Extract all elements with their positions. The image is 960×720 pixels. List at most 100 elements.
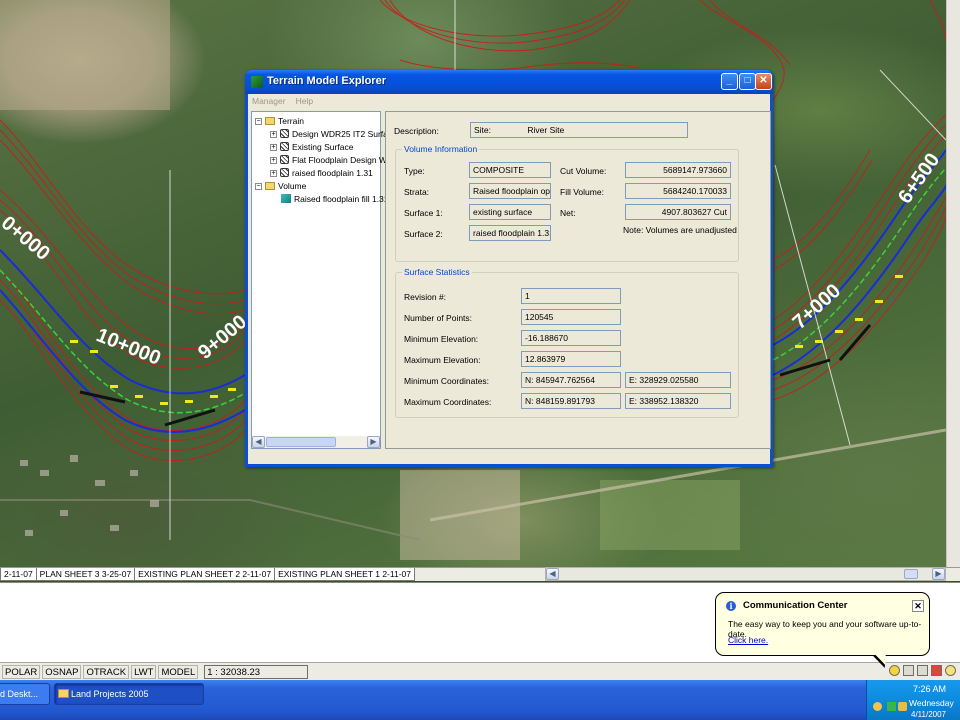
fill-volume-field[interactable]: 5684240.170033 — [625, 183, 731, 199]
tree-node-surface[interactable]: + raised floodplain 1.31 — [270, 167, 373, 179]
taskbar-item-label: Land Projects 2005 — [71, 689, 149, 699]
model-toggle[interactable]: MODEL — [158, 664, 199, 679]
volume-icon — [281, 194, 291, 203]
strata-field[interactable]: Raised floodplain optim — [469, 183, 551, 199]
tree-node-volume-item[interactable]: Raised floodplain fill 1.31 — [281, 193, 389, 205]
station-label: 9+000 — [194, 311, 251, 364]
tree-node-terrain[interactable]: − Terrain — [255, 115, 304, 127]
status-tray-icon[interactable] — [917, 665, 928, 676]
type-field[interactable]: COMPOSITE — [469, 162, 551, 178]
tree-node-surface[interactable]: + Existing Surface — [270, 141, 353, 153]
scroll-thumb[interactable] — [266, 437, 336, 447]
window-titlebar[interactable]: Terrain Model Explorer _ □ ✕ — [245, 70, 773, 94]
security-shield-icon[interactable] — [898, 702, 907, 711]
points-field[interactable]: 120545 — [521, 309, 621, 325]
layout-tab[interactable]: 2-11-07 — [0, 568, 37, 581]
min-northing-field[interactable]: N: 845947.762564 — [521, 372, 621, 388]
folder-icon — [265, 182, 275, 190]
tree-label: Terrain — [278, 116, 304, 126]
min-easting-field[interactable]: E: 328929.025580 — [625, 372, 731, 388]
maximize-button[interactable]: □ — [739, 73, 756, 90]
group-title: Surface Statistics — [402, 267, 472, 277]
fill-volume-label: Fill Volume: — [560, 187, 604, 197]
tree-label: Raised floodplain fill 1.31 — [294, 194, 389, 204]
min-elevation-field[interactable]: -16.188670 — [521, 330, 621, 346]
layout-tab[interactable]: EXISTING PLAN SHEET 2 2-11-07 — [134, 568, 276, 581]
polar-toggle[interactable]: POLAR — [2, 664, 41, 679]
surface-icon — [280, 142, 289, 151]
max-elevation-field[interactable]: 12.863979 — [521, 351, 621, 367]
details-panel: Description: Site: River Site Volume Inf… — [385, 111, 771, 449]
net-field[interactable]: 4907.803627 Cut — [625, 204, 731, 220]
scroll-right-icon[interactable]: ▶ — [367, 436, 380, 448]
lightbulb-icon[interactable] — [945, 665, 956, 676]
menu-help[interactable]: Help — [296, 94, 313, 108]
surface-statistics-group: Surface Statistics Revision #: 1 Number … — [395, 267, 739, 418]
menu-bar: Manager Help — [248, 94, 770, 108]
cad-standards-icon[interactable] — [931, 665, 942, 676]
tree-node-volume[interactable]: − Volume — [255, 180, 306, 192]
click-here-link[interactable]: Click here. — [728, 635, 768, 645]
comm-center-icon[interactable] — [889, 665, 900, 676]
lwt-toggle[interactable]: LWT — [131, 664, 157, 679]
scroll-thumb[interactable] — [904, 569, 918, 579]
surface2-label: Surface 2: — [404, 229, 443, 239]
max-easting-field[interactable]: E: 338952.138320 — [625, 393, 731, 409]
toolbar-lock-icon[interactable] — [903, 665, 914, 676]
station-label: 10+000 — [93, 324, 164, 370]
clock-time[interactable]: 7:26 AM — [913, 684, 946, 694]
expand-icon[interactable]: + — [270, 144, 277, 151]
collapse-icon[interactable]: − — [255, 183, 262, 190]
site-value: River Site — [527, 125, 565, 135]
tray-chevron-icon[interactable] — [873, 702, 882, 711]
horizontal-scrollbar[interactable]: ◀ ▶ — [545, 567, 946, 581]
explorer-tree[interactable]: − Terrain + Design WDR25 IT2 Surface + Exis… — [251, 111, 399, 449]
tree-node-surface[interactable]: + Design WDR25 IT2 Surface — [270, 128, 397, 140]
description-field[interactable]: Site: River Site — [470, 122, 688, 138]
type-label: Type: — [404, 166, 425, 176]
otrack-toggle[interactable]: OTRACK — [83, 664, 130, 679]
layout-tab[interactable]: EXISTING PLAN SHEET 1 2-11-07 — [274, 568, 415, 581]
tree-label: Volume — [278, 181, 307, 191]
scroll-left-icon[interactable]: ◀ — [252, 436, 265, 448]
cut-volume-field[interactable]: 5689147.973660 — [625, 162, 731, 178]
communication-center-balloon: i Communication Center ✕ The easy way to… — [715, 592, 930, 668]
surface1-field[interactable]: existing surface — [469, 204, 551, 220]
scale-readout: 1 : 32038.23 — [204, 664, 309, 679]
tree-horizontal-scrollbar[interactable]: ◀ ▶ — [252, 436, 380, 448]
volume-information-group: Volume Information Type: COMPOSITE Strat… — [395, 144, 739, 262]
taskbar-item-desktop[interactable]: nd Deskt... — [0, 683, 50, 705]
vertical-scrollbar[interactable] — [946, 0, 960, 567]
max-coordinates-label: Maximum Coordinates: — [404, 397, 492, 407]
close-icon[interactable]: ✕ — [912, 600, 924, 612]
osnap-toggle[interactable]: OSNAP — [42, 664, 82, 679]
window-title: Terrain Model Explorer — [267, 75, 386, 87]
net-label: Net: — [560, 208, 576, 218]
min-coordinates-label: Minimum Coordinates: — [404, 376, 490, 386]
expand-icon[interactable]: + — [270, 170, 277, 177]
close-button[interactable]: ✕ — [755, 73, 772, 90]
network-icon[interactable] — [887, 702, 896, 711]
revision-label: Revision #: — [404, 292, 447, 302]
collapse-icon[interactable]: − — [255, 118, 262, 125]
expand-icon[interactable]: + — [270, 131, 277, 138]
surface-icon — [280, 129, 289, 138]
surface-icon — [280, 155, 289, 164]
taskbar-item-land-projects[interactable]: Land Projects 2005 — [54, 683, 204, 705]
revision-field[interactable]: 1 — [521, 288, 621, 304]
expand-icon[interactable]: + — [270, 157, 277, 164]
surface2-field[interactable]: raised floodplain 1.31 — [469, 225, 551, 241]
volume-note: Note: Volumes are unadjusted — [623, 225, 737, 235]
scroll-left-icon[interactable]: ◀ — [546, 568, 559, 580]
minimize-button[interactable]: _ — [721, 73, 738, 90]
tree-node-surface[interactable]: + Flat Floodplain Design WDR — [270, 154, 399, 166]
scroll-right-icon[interactable]: ▶ — [932, 568, 945, 580]
menu-manager[interactable]: Manager — [252, 94, 286, 108]
folder-icon — [265, 117, 275, 125]
info-icon: i — [726, 601, 736, 611]
layout-tab[interactable]: PLAN SHEET 3 3-25-07 — [35, 568, 136, 581]
max-northing-field[interactable]: N: 848159.891793 — [521, 393, 621, 409]
status-bar: POLAR OSNAP OTRACK LWT MODEL 1 : 32038.2… — [0, 662, 960, 680]
min-elevation-label: Minimum Elevation: — [404, 334, 479, 344]
description-label: Description: — [394, 126, 439, 136]
